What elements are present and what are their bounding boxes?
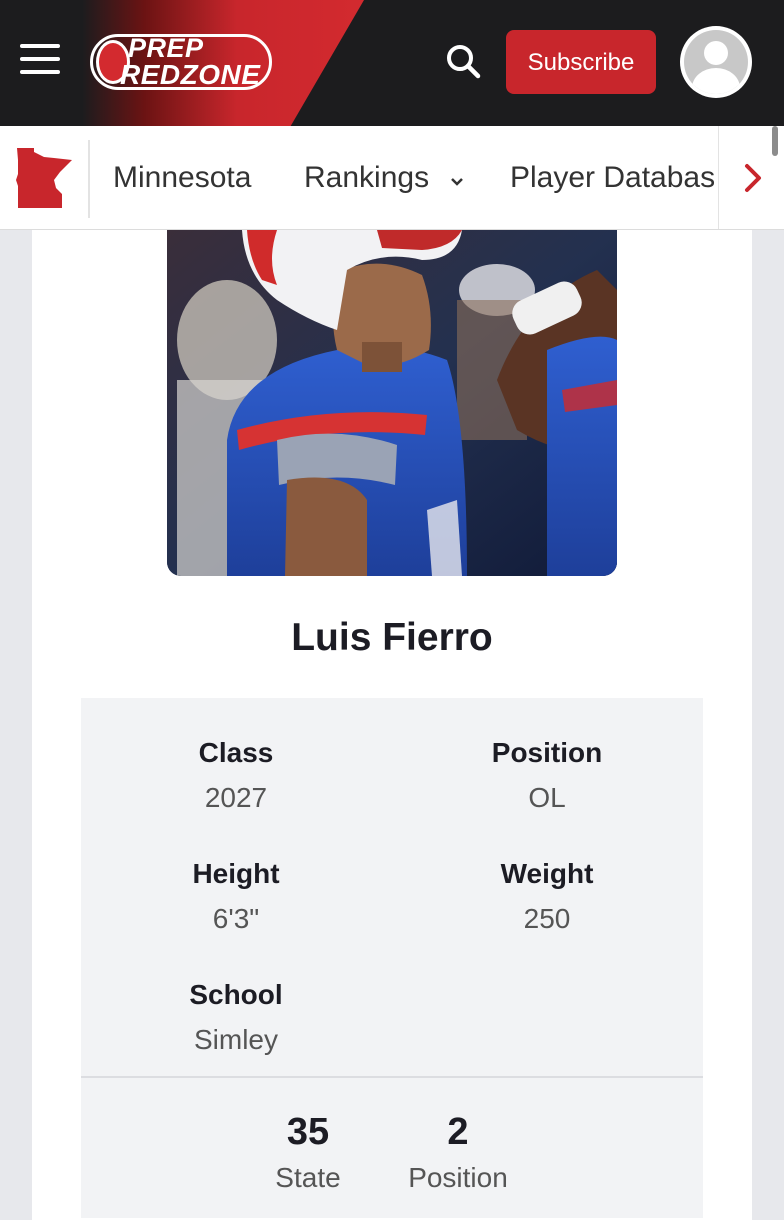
logo-text-prep: PREP — [128, 33, 204, 63]
ranking-position-label: Position — [408, 1162, 508, 1193]
detail-label-height: Height — [192, 858, 280, 889]
player-info-panel: Class 2027 Position OL Height 6'3" Weigh… — [81, 698, 703, 1218]
nav-item-player-database[interactable]: Player Databas — [510, 156, 715, 200]
user-avatar-icon[interactable] — [680, 26, 752, 98]
nav-item-label: Minnesota — [113, 161, 252, 194]
player-name: Luis Fierro — [291, 616, 493, 659]
subscribe-button[interactable]: Subscribe — [506, 30, 656, 94]
detail-value-class: 2027 — [204, 782, 268, 813]
ranking-position-value: 2 — [447, 1111, 469, 1153]
detail-label-weight: Weight — [500, 858, 594, 889]
detail-label-class: Class — [198, 737, 274, 768]
detail-label-school: School — [189, 979, 283, 1010]
detail-value-height: 6'3" — [212, 903, 260, 934]
logo-text-redzone: REDZONE — [120, 59, 261, 90]
panel-divider — [81, 1076, 703, 1078]
detail-label-position: Position — [491, 737, 603, 768]
sub-navigation: Minnesota Rankings Player Databas — [0, 126, 784, 230]
nav-item-label: Rankings — [304, 161, 430, 194]
detail-value-weight: 250 — [523, 903, 571, 934]
nav-item-label: Player Databas — [510, 161, 716, 194]
search-icon[interactable] — [444, 42, 484, 82]
nav-item-rankings[interactable]: Rankings — [304, 156, 465, 201]
prep-redzone-logo[interactable]: PREP REDZONE — [90, 30, 280, 94]
menu-icon[interactable] — [20, 44, 60, 78]
nav-item-minnesota[interactable]: Minnesota — [113, 156, 251, 200]
nav-divider — [88, 140, 90, 218]
player-card: Luis Fierro Class 2027 Position OL Heigh… — [32, 230, 752, 1220]
minnesota-state-icon[interactable] — [14, 146, 74, 210]
chevron-down-icon — [449, 157, 465, 201]
player-photo — [167, 230, 617, 576]
detail-value-school: Simley — [193, 1024, 278, 1055]
page-scrollbar[interactable] — [772, 126, 778, 156]
top-header: PREP REDZONE Subscribe — [0, 0, 784, 126]
detail-value-position: OL — [528, 782, 566, 813]
